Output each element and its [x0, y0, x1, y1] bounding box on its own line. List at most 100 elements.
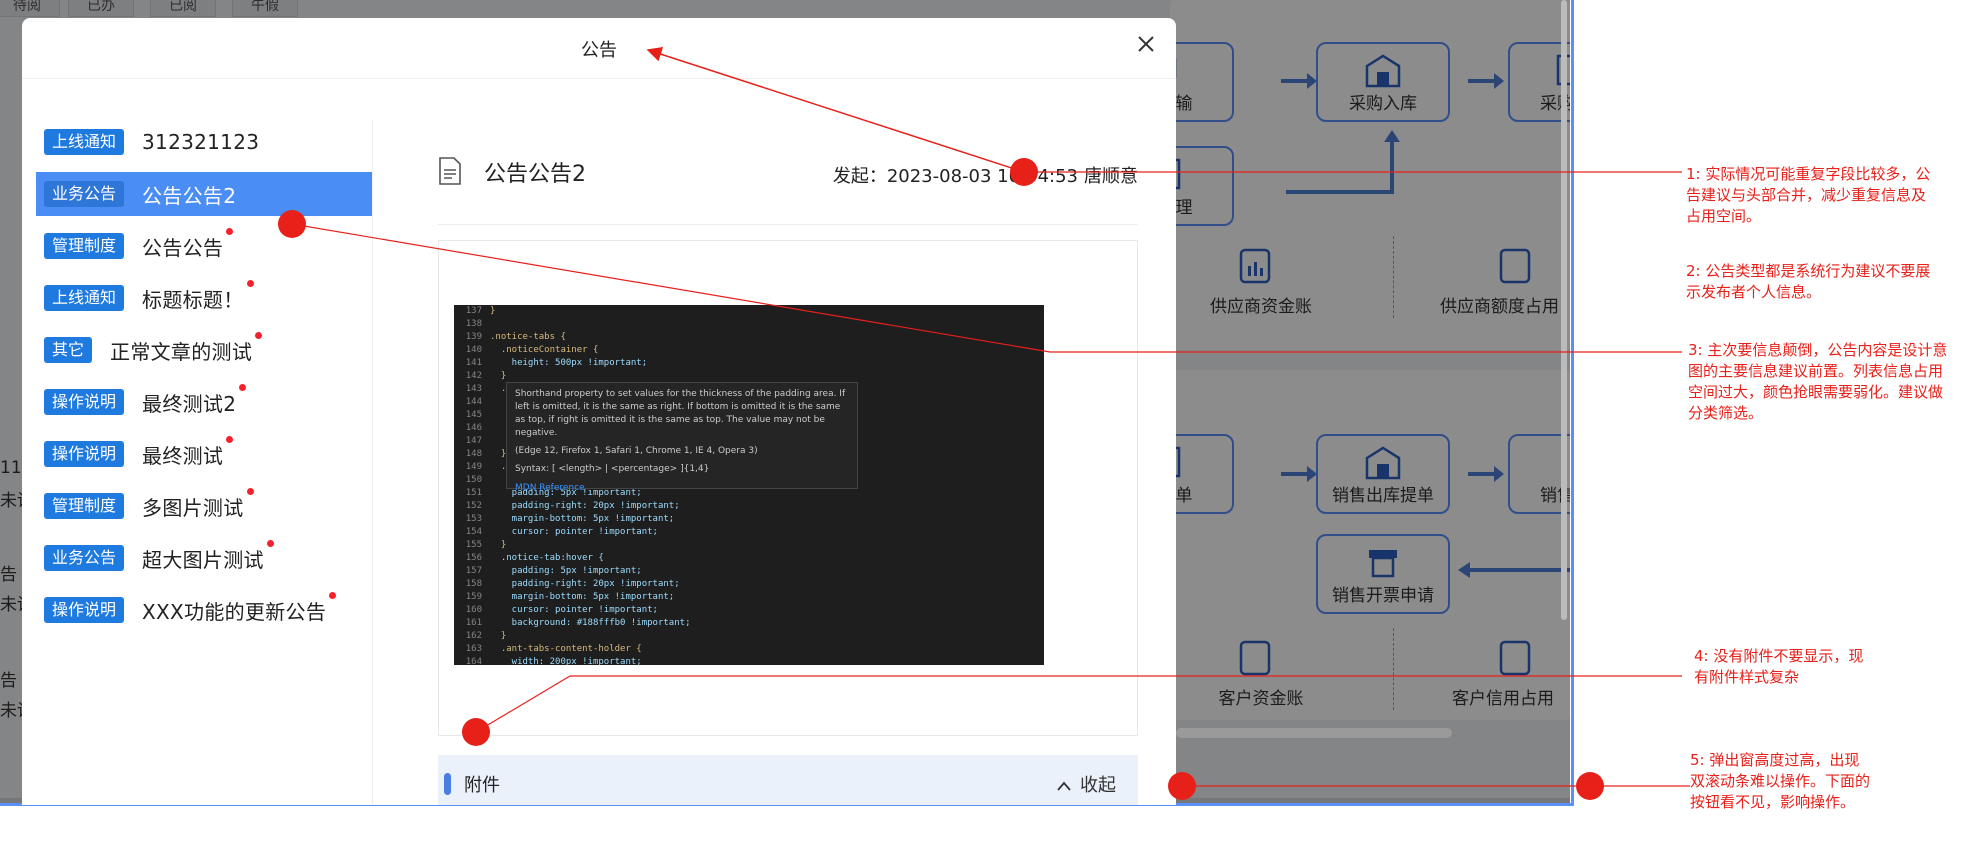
tooltip-desc: Shorthand property to set values for the…	[515, 389, 846, 438]
notice-category-tag: 其它	[44, 337, 93, 363]
notice-list-item[interactable]: 管理制度 公告公告	[36, 224, 372, 268]
meta-time: 2023-08-03 10:04:53	[886, 166, 1078, 187]
line-number: 163	[465, 644, 482, 654]
line-text: cursor: pointer !important;	[490, 605, 658, 615]
code-line: 141 height: 500px !important;	[454, 357, 1044, 370]
annotation-note-4: 4: 没有附件不要显示，现有附件样式复杂	[1694, 647, 1864, 686]
notice-title: 公告公告2	[142, 180, 236, 209]
tooltip-link[interactable]: MDN Reference	[515, 482, 849, 495]
notice-meta: 发起：2023-08-03 10:04:53 唐顺意	[833, 162, 1138, 188]
attachment-collapse-button[interactable]: 收起	[1056, 771, 1116, 797]
line-text: cursor: pointer !important;	[490, 527, 658, 537]
line-text: padding-right: 20px !important;	[490, 579, 680, 589]
code-line: 153 margin-bottom: 5px !important;	[454, 513, 1044, 526]
line-number: 143	[465, 384, 482, 394]
notice-category-tag: 上线通知	[44, 129, 125, 155]
notice-list-item[interactable]: 上线通知 312321123	[36, 120, 372, 164]
line-number: 145	[465, 410, 482, 420]
notice-title: 多图片测试	[142, 487, 254, 521]
attachment-label: 附件	[464, 775, 500, 796]
modal-header: 公告	[22, 18, 1176, 79]
tooltip-syntax: Syntax: [ <length> | <percentage> ]{1,4}	[515, 464, 710, 474]
code-tooltip: Shorthand property to set values for the…	[506, 382, 858, 493]
line-number: 147	[465, 436, 482, 446]
line-text: .ant-tabs-content-holder {	[490, 644, 642, 654]
code-line: 156 .notice-tab:hover {	[454, 552, 1044, 565]
notice-content: 137} 138 139 .notice-tabs {140 .noticeConta…	[438, 240, 1138, 736]
line-number: 152	[465, 501, 482, 511]
code-line: 160 cursor: pointer !important;	[454, 604, 1044, 617]
code-line: 140 .noticeContainer {	[454, 344, 1044, 357]
notice-list-item[interactable]: 操作说明 最终测试2	[36, 380, 372, 424]
code-line: 155 }	[454, 539, 1044, 552]
unread-dot	[255, 331, 263, 339]
line-number: 138	[465, 319, 482, 329]
notice-detail-title: 公告公告2	[484, 162, 586, 187]
line-text: .noticeContainer {	[490, 345, 599, 355]
notice-category-tag: 操作说明	[44, 441, 125, 467]
notice-title: 正常文章的测试	[110, 331, 263, 365]
line-number: 164	[465, 657, 482, 665]
page-scrollbar-horizontal[interactable]	[1176, 728, 1452, 738]
notice-list-item[interactable]: 业务公告 超大图片测试	[36, 536, 372, 580]
code-line: 163 .ant-tabs-content-holder {	[454, 643, 1044, 656]
meta-author: 唐顺意	[1084, 166, 1138, 187]
code-line: 161 background: #188fffb0 !important;	[454, 617, 1044, 630]
annotation-note-2: 2: 公告类型都是系统行为建议不要展示发布者个人信息。	[1686, 262, 1931, 301]
notice-title-text: 312321123	[142, 130, 260, 154]
unread-dot	[226, 435, 234, 443]
line-number: 146	[465, 423, 482, 433]
code-line: 152 padding-right: 20px !important;	[454, 500, 1044, 513]
code-line: 158 padding-right: 20px !important;	[454, 578, 1044, 591]
line-text: }	[490, 371, 507, 381]
line-text: }	[490, 631, 507, 641]
code-line: 138	[454, 318, 1044, 331]
notice-list-item[interactable]: 业务公告 公告公告2	[36, 172, 372, 216]
line-text: height: 500px !important;	[490, 358, 648, 368]
line-number: 150	[465, 475, 482, 485]
notice-title-text: 标题标题！	[142, 287, 244, 312]
line-number: 144	[465, 397, 482, 407]
notice-list-item[interactable]: 其它 正常文章的测试	[36, 328, 372, 372]
line-number: 161	[465, 618, 482, 628]
line-text: padding-right: 20px !important;	[490, 501, 680, 511]
line-number: 157	[465, 566, 482, 576]
notice-title-text: 公告公告	[142, 235, 224, 260]
notice-category-tag: 业务公告	[44, 181, 125, 207]
notice-list-item[interactable]: 上线通知 标题标题！	[36, 276, 372, 320]
line-number: 160	[465, 605, 482, 615]
code-line: 162 }	[454, 630, 1044, 643]
line-number: 140	[465, 345, 482, 355]
unread-dot	[246, 487, 254, 495]
close-icon[interactable]	[1134, 32, 1158, 56]
line-text: .notice-tabs {	[490, 332, 566, 342]
line-text: margin-bottom: 5px !important;	[490, 592, 675, 602]
line-number: 148	[465, 449, 482, 459]
annotation-note-5: 5: 弹出窗高度过高，出现双滚动条难以操作。下面的按钮看不见，影响操作。	[1690, 751, 1871, 811]
page-scrollbar-vertical[interactable]	[1561, 0, 1567, 620]
line-number: 162	[465, 631, 482, 641]
line-number: 154	[465, 527, 482, 537]
notice-title: XXX功能的更新公告	[142, 591, 337, 625]
notice-list-item[interactable]: 管理制度 多图片测试	[36, 484, 372, 528]
notice-title-text: 公告公告2	[142, 183, 237, 208]
code-line: 154 cursor: pointer !important;	[454, 526, 1044, 539]
notice-category-tag: 操作说明	[44, 597, 125, 623]
notice-title: 标题标题！	[142, 279, 254, 313]
line-number: 151	[465, 488, 482, 498]
annotation-note-3: 3: 主次要信息颠倒，公告内容是设计意图的主要信息建议前置。列表信息占用空间过大…	[1688, 341, 1948, 422]
line-text: }	[490, 540, 507, 550]
notice-title-text: 正常文章的测试	[110, 339, 253, 364]
attachment-marker	[444, 773, 451, 795]
list-divider	[372, 120, 373, 805]
attachment-bar: 附件 收起	[438, 755, 1138, 805]
notice-list-item[interactable]: 操作说明 最终测试	[36, 432, 372, 476]
line-text: }	[490, 449, 507, 459]
line-text: padding: 5px !important;	[490, 566, 642, 576]
notice-title-text: 多图片测试	[142, 495, 244, 520]
notice-list-item[interactable]: 操作说明 XXX功能的更新公告	[36, 588, 372, 632]
line-text: background: #188fffb0 !important;	[490, 618, 691, 628]
notice-category-tag: 上线通知	[44, 285, 125, 311]
notice-list: 上线通知 312321123 业务公告 公告公告2 管理制度 公告公告 上线通知 标题标题！其…	[36, 120, 372, 640]
document-icon	[439, 157, 461, 185]
